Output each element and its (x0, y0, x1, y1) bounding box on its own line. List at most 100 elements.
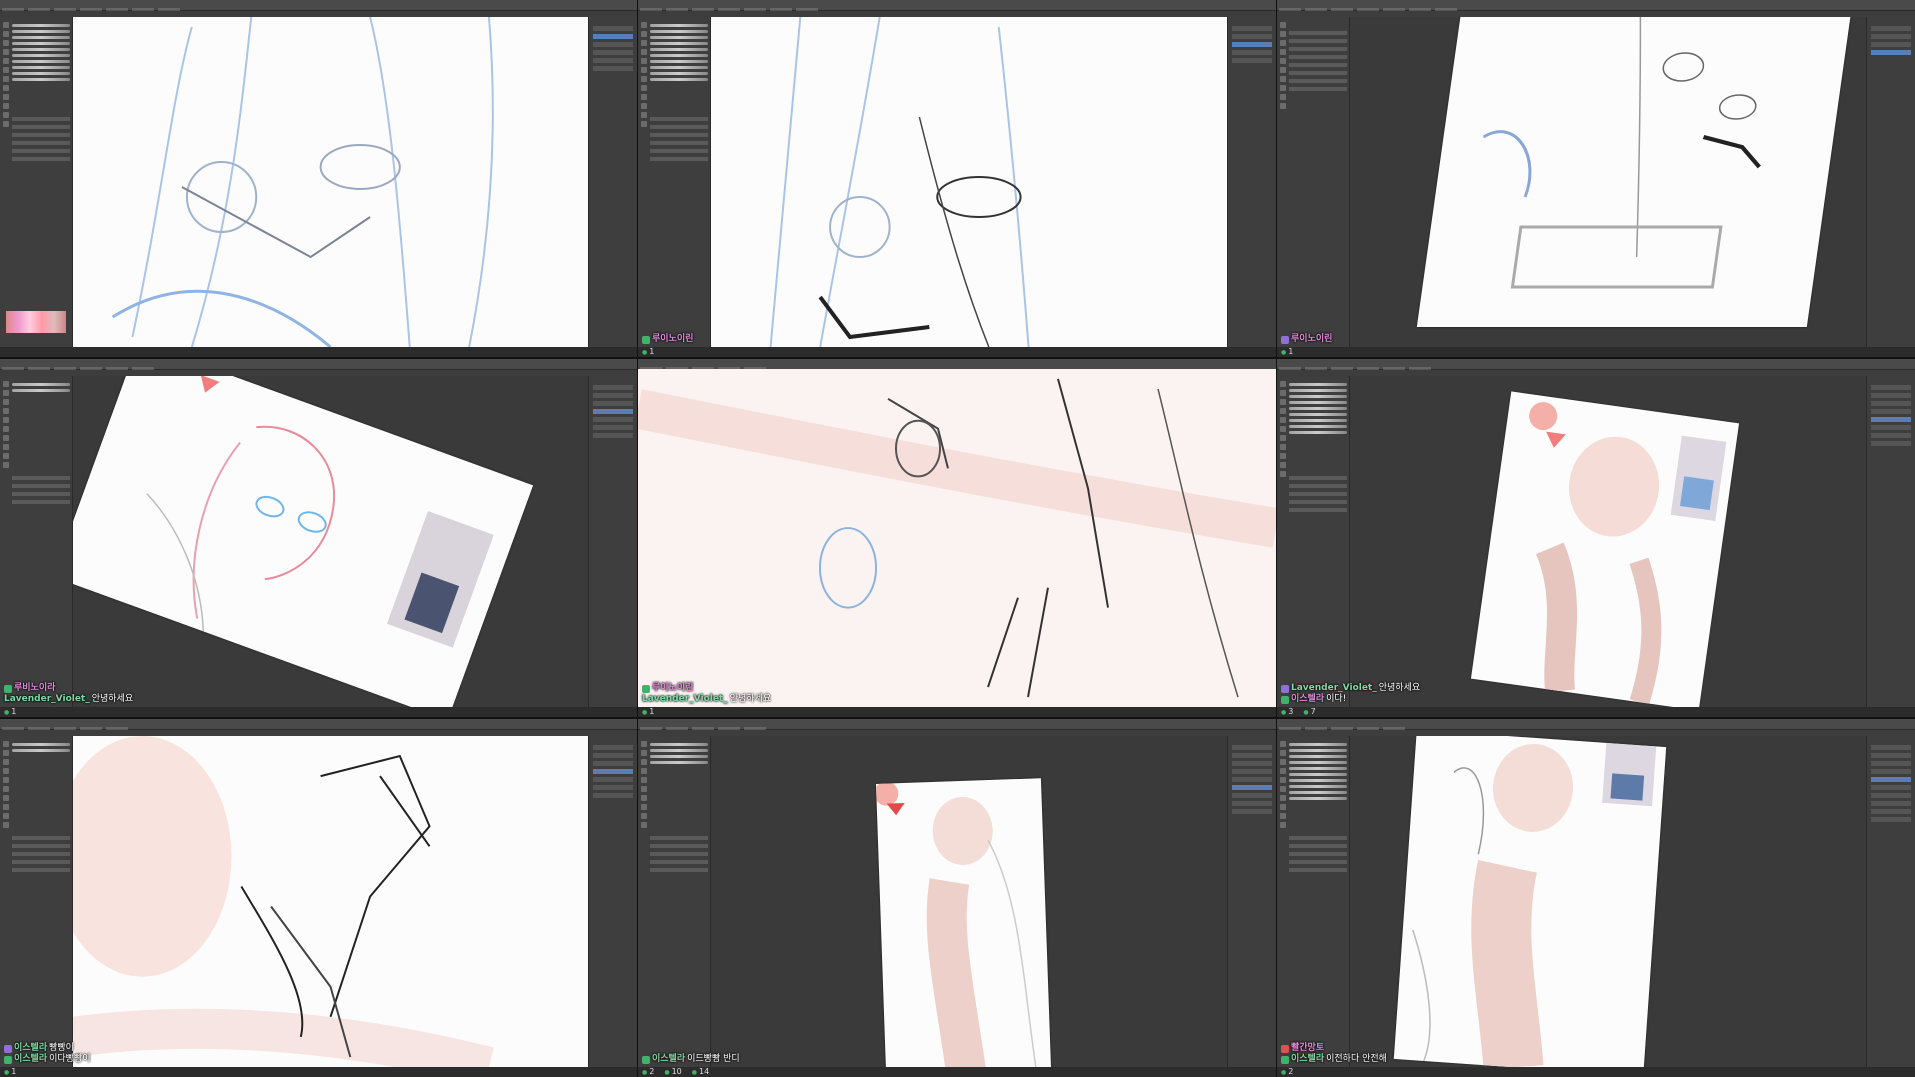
viewer-count-value: 3 (1281, 707, 1293, 716)
tool-icons[interactable] (1279, 378, 1287, 705)
layer-panel[interactable] (1227, 736, 1276, 1067)
chat-text: 이다! (1326, 694, 1347, 704)
layer-panel[interactable] (588, 376, 637, 707)
stream-panel-8[interactable]: 이스텔라이드빵빵 반디 21014 (638, 719, 1276, 1077)
chat-text: 이다빵빵이 (49, 1054, 91, 1064)
stream-panel-9[interactable]: 빨간망토 이스텔라이전하다 안전해 2 (1277, 719, 1915, 1077)
viewer-count: 37 (1281, 707, 1315, 716)
chat-nick: Lavender_Violet_ (1291, 683, 1377, 693)
chat-nick: 루이노이린 (652, 683, 694, 693)
tool-icons[interactable] (2, 738, 10, 1065)
tool-property-panel[interactable] (12, 472, 70, 508)
chat-nick: 루이노이린 (652, 334, 694, 344)
tool-property-panel[interactable] (1289, 27, 1347, 95)
tool-property-panel[interactable] (12, 832, 70, 876)
canvas-area[interactable] (711, 17, 1227, 347)
menu-bar[interactable] (0, 0, 637, 12)
tool-palette[interactable] (1277, 376, 1350, 707)
tool-icons[interactable] (2, 19, 10, 345)
drawing-canvas[interactable] (1416, 17, 1854, 327)
chat-message: Lavender_Violet_ 안녕하세요 (642, 694, 771, 705)
tool-palette[interactable] (0, 17, 73, 347)
badge-icon (4, 1055, 12, 1064)
tool-icons[interactable] (2, 378, 10, 705)
brush-palette[interactable] (1289, 740, 1347, 820)
tool-palette[interactable] (0, 736, 73, 1067)
tool-palette[interactable] (638, 17, 711, 347)
canvas-area[interactable] (638, 369, 1276, 707)
menu-bar[interactable] (638, 0, 1276, 12)
badge-icon (1281, 1044, 1289, 1053)
tool-palette[interactable] (0, 376, 73, 707)
menu-bar[interactable] (1277, 0, 1915, 12)
layer-panel[interactable] (1866, 376, 1915, 707)
tool-palette[interactable] (638, 736, 711, 1067)
tool-property-panel[interactable] (650, 832, 708, 876)
menu-bar[interactable] (638, 719, 1276, 731)
drawing-canvas[interactable] (73, 376, 534, 707)
stream-panel-4[interactable]: 루비노이라 Lavender_Violet_안녕하세요 1 (0, 359, 637, 717)
sketch-hand-closeup (73, 736, 494, 1067)
layer-panel[interactable] (1866, 736, 1915, 1067)
tool-icons[interactable] (1279, 19, 1287, 345)
drawing-canvas[interactable] (711, 17, 1227, 347)
color-history[interactable] (6, 311, 66, 333)
chat-overlay: 루이노이린 Lavender_Violet_ 안녕하세요 (642, 683, 771, 705)
chat-overlay: 이스텔라 이드빵빵 반디 (642, 1054, 740, 1065)
stream-panel-6[interactable]: Lavender_Violet_안녕하세요 이스텔라이다! 37 (1277, 359, 1915, 717)
tool-icons[interactable] (640, 19, 648, 345)
tool-palette[interactable] (1277, 736, 1350, 1067)
drawing-canvas[interactable] (875, 778, 1052, 1067)
canvas-area[interactable] (73, 17, 588, 347)
stream-panel-7[interactable]: 이스텔라빵빵이 이스텔라이다빵빵이 1 (0, 719, 637, 1077)
stream-panel-3[interactable]: 루이노이린 1 (1277, 0, 1915, 357)
menu-bar[interactable] (1277, 359, 1915, 371)
layer-panel[interactable] (588, 736, 637, 1067)
chat-nick: Lavender_Violet_ (4, 694, 90, 704)
brush-palette[interactable] (12, 740, 70, 760)
drawing-canvas[interactable] (1470, 391, 1740, 707)
tool-palette[interactable] (1277, 17, 1350, 347)
canvas-area[interactable] (711, 736, 1227, 1067)
chat-overlay: 루이노이린 (642, 334, 693, 345)
tool-icons[interactable] (1279, 738, 1287, 1065)
layer-panel[interactable] (1227, 17, 1276, 347)
brush-palette[interactable] (1289, 380, 1347, 460)
brush-palette[interactable] (12, 21, 70, 101)
viewer-count-value: 1 (1281, 347, 1293, 356)
menu-bar[interactable] (0, 359, 637, 371)
brush-palette[interactable] (650, 740, 708, 780)
drawing-canvas[interactable] (73, 736, 588, 1067)
tool-icons[interactable] (640, 738, 648, 1065)
sketch-rotated (1482, 17, 1761, 289)
drawing-canvas[interactable] (73, 17, 588, 347)
drawing-canvas[interactable] (1393, 736, 1667, 1067)
canvas-area[interactable] (1350, 376, 1866, 707)
stream-panel-2[interactable]: 루이노이린 1 (638, 0, 1276, 357)
status-bar (1277, 1067, 1915, 1077)
stream-panel-5[interactable]: 루이노이린 Lavender_Violet_안녕하세요 1 (638, 359, 1276, 717)
badge-icon (1281, 1055, 1289, 1064)
brush-palette[interactable] (650, 21, 708, 101)
badge-icon (4, 684, 12, 693)
status-bar (0, 707, 637, 717)
canvas-area[interactable] (73, 736, 588, 1067)
stream-panel-1[interactable] (0, 0, 637, 357)
chat-overlay: 빨간망토 이스텔라 이전하다 안전해 (1281, 1043, 1387, 1065)
canvas-area[interactable] (73, 376, 588, 707)
tool-property-panel[interactable] (12, 113, 70, 165)
brush-palette[interactable] (12, 380, 70, 400)
drawing-canvas[interactable] (638, 369, 1276, 707)
layer-panel[interactable] (1866, 17, 1915, 347)
layer-panel[interactable] (588, 17, 637, 347)
menu-bar[interactable] (0, 719, 637, 731)
tool-property-panel[interactable] (1289, 832, 1347, 876)
viewer-count: 1 (4, 707, 16, 716)
canvas-area[interactable] (1350, 17, 1866, 347)
menu-bar[interactable] (1277, 719, 1915, 731)
tool-property-panel[interactable] (650, 113, 708, 165)
canvas-area[interactable] (1350, 736, 1866, 1067)
badge-icon (1281, 695, 1289, 704)
sketch-figure (1529, 402, 1727, 706)
tool-property-panel[interactable] (1289, 472, 1347, 516)
